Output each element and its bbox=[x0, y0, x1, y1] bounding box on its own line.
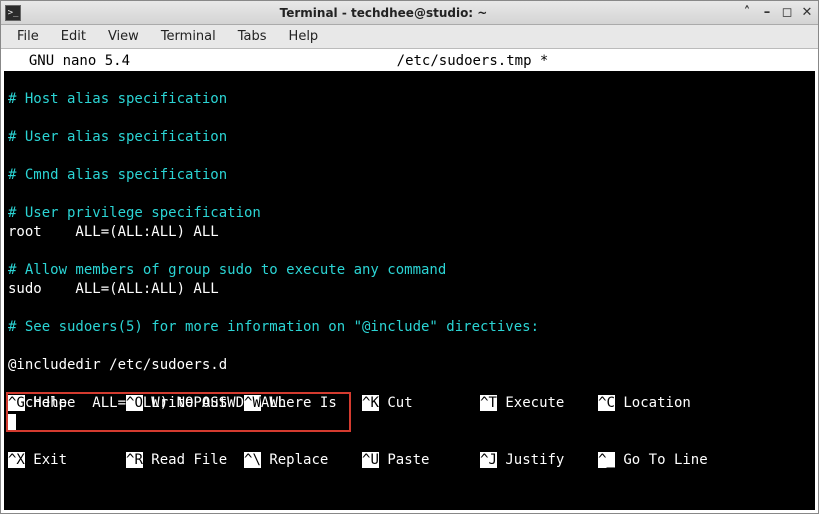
nano-shortcut-key: ^C bbox=[598, 395, 615, 411]
menu-view[interactable]: View bbox=[98, 27, 149, 46]
menu-tabs[interactable]: Tabs bbox=[228, 27, 277, 46]
window-minimize-button[interactable]: – bbox=[760, 6, 774, 20]
nano-shortcut-label: Help bbox=[25, 395, 126, 411]
nano-version: GNU nano 5.4 bbox=[4, 52, 130, 71]
nano-shortcut-key: ^\ bbox=[244, 452, 261, 468]
menu-terminal[interactable]: Terminal bbox=[151, 27, 226, 46]
nano-shortcut: ^\ Replace bbox=[244, 451, 362, 470]
nano-shortcut-key: ^J bbox=[480, 452, 497, 468]
nano-shortcut: ^C Location bbox=[598, 394, 716, 413]
window-close-button[interactable]: ✕ bbox=[800, 6, 814, 20]
nano-shortcut-label: Cut bbox=[379, 395, 480, 411]
nano-shortcuts: ^G Help ^O Write Out ^W Where Is ^K Cut … bbox=[4, 356, 815, 510]
nano-shortcut: ^K Cut bbox=[362, 394, 480, 413]
editor-line: root ALL=(ALL:ALL) ALL bbox=[8, 223, 811, 242]
editor-line bbox=[8, 185, 811, 204]
nano-shortcut-label: Paste bbox=[379, 452, 480, 468]
editor-line: # Cmnd alias specification bbox=[8, 166, 811, 185]
nano-shortcut-label: Write Out bbox=[143, 395, 244, 411]
nano-filename: /etc/sudoers.tmp * bbox=[130, 52, 815, 71]
editor-line: # User alias specification bbox=[8, 128, 811, 147]
nano-shortcut-label: Where Is bbox=[261, 395, 362, 411]
editor-line bbox=[8, 109, 811, 128]
nano-shortcut: ^T Execute bbox=[480, 394, 598, 413]
nano-shortcut-key: ^W bbox=[244, 395, 261, 411]
editor-line bbox=[8, 147, 811, 166]
nano-shortcut-key: ^_ bbox=[598, 452, 615, 468]
nano-titlebar: GNU nano 5.4 /etc/sudoers.tmp * bbox=[4, 52, 815, 71]
editor-line: # User privilege specification bbox=[8, 204, 811, 223]
editor-line: # See sudoers(5) for more information on… bbox=[8, 318, 811, 337]
nano-shortcut: ^W Where Is bbox=[244, 394, 362, 413]
terminal-icon: >_ bbox=[5, 5, 21, 21]
nano-shortcut-key: ^X bbox=[8, 452, 25, 468]
window-titlebar: >_ Terminal - techdhee@studio: ~ ˄ – ◻ ✕ bbox=[1, 1, 818, 25]
nano-shortcut-key: ^G bbox=[8, 395, 25, 411]
window-maximize-button[interactable]: ◻ bbox=[780, 6, 794, 20]
nano-shortcut: ^O Write Out bbox=[126, 394, 244, 413]
nano-shortcut-label: Execute bbox=[497, 395, 598, 411]
menubar: File Edit View Terminal Tabs Help bbox=[1, 25, 818, 49]
editor-line bbox=[8, 71, 811, 90]
window-controls: ˄ – ◻ ✕ bbox=[740, 6, 814, 20]
editor-line: # Allow members of group sudo to execute… bbox=[8, 261, 811, 280]
editor-line bbox=[8, 242, 811, 261]
nano-shortcut: ^G Help bbox=[8, 394, 126, 413]
window-title: Terminal - techdhee@studio: ~ bbox=[27, 6, 740, 20]
nano-shortcut: ^X Exit bbox=[8, 451, 126, 470]
menu-edit[interactable]: Edit bbox=[51, 27, 96, 46]
nano-shortcut-label: Read File bbox=[143, 452, 244, 468]
menu-file[interactable]: File bbox=[7, 27, 49, 46]
menu-help[interactable]: Help bbox=[279, 27, 329, 46]
nano-shortcut-label: Justify bbox=[497, 452, 598, 468]
editor-line bbox=[8, 299, 811, 318]
nano-shortcut-key: ^U bbox=[362, 452, 379, 468]
nano-shortcut-key: ^K bbox=[362, 395, 379, 411]
nano-shortcut-label: Go To Line bbox=[615, 452, 716, 468]
nano-shortcut-label: Replace bbox=[261, 452, 362, 468]
nano-shortcut-key: ^O bbox=[126, 395, 143, 411]
nano-shortcuts-row1: ^G Help ^O Write Out ^W Where Is ^K Cut … bbox=[8, 394, 811, 413]
nano-shortcut-label: Exit bbox=[25, 452, 126, 468]
nano-shortcut-key: ^T bbox=[480, 395, 497, 411]
nano-shortcut: ^R Read File bbox=[126, 451, 244, 470]
nano-shortcuts-row2: ^X Exit ^R Read File ^\ Replace ^U Paste… bbox=[8, 451, 811, 470]
nano-shortcut: ^U Paste bbox=[362, 451, 480, 470]
terminal-frame: GNU nano 5.4 /etc/sudoers.tmp * # Host a… bbox=[1, 49, 818, 513]
editor-line: sudo ALL=(ALL:ALL) ALL bbox=[8, 280, 811, 299]
editor-line: # Host alias specification bbox=[8, 90, 811, 109]
nano-shortcut: ^J Justify bbox=[480, 451, 598, 470]
terminal-area[interactable]: GNU nano 5.4 /etc/sudoers.tmp * # Host a… bbox=[4, 52, 815, 510]
window-rollup-button[interactable]: ˄ bbox=[740, 6, 754, 20]
nano-shortcut-label: Location bbox=[615, 395, 716, 411]
nano-shortcut: ^_ Go To Line bbox=[598, 451, 716, 470]
editor-line bbox=[8, 337, 811, 356]
nano-shortcut-key: ^R bbox=[126, 452, 143, 468]
